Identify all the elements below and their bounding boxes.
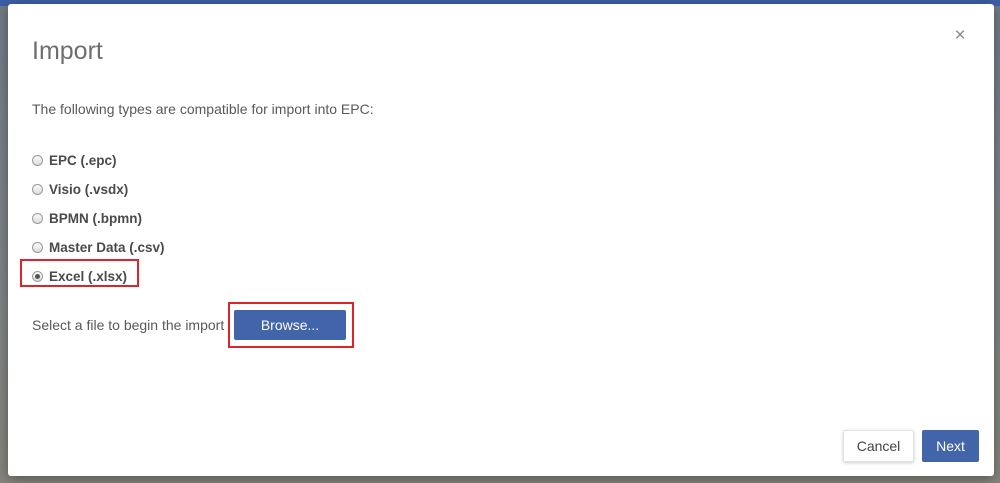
close-icon[interactable]: ×: [952, 26, 968, 45]
option-label-master-data: Master Data (.csv): [49, 240, 165, 255]
radio-visio[interactable]: [32, 184, 43, 195]
import-dialog: Import × The following types are compati…: [8, 4, 994, 476]
option-label-bpmn: BPMN (.bpmn): [49, 211, 142, 226]
option-epc[interactable]: EPC (.epc): [30, 146, 165, 175]
option-master-data[interactable]: Master Data (.csv): [30, 233, 165, 262]
radio-bpmn[interactable]: [32, 213, 43, 224]
import-type-options: EPC (.epc) Visio (.vsdx) BPMN (.bpmn) Ma…: [30, 146, 165, 291]
dialog-title: Import: [32, 37, 103, 65]
option-label-epc: EPC (.epc): [49, 153, 117, 168]
option-label-excel: Excel (.xlsx): [49, 269, 128, 284]
intro-text: The following types are compatible for i…: [32, 101, 374, 117]
option-label-visio: Visio (.vsdx): [49, 182, 129, 197]
option-visio[interactable]: Visio (.vsdx): [30, 175, 165, 204]
option-bpmn[interactable]: BPMN (.bpmn): [30, 204, 165, 233]
radio-master-data[interactable]: [32, 242, 43, 253]
radio-excel[interactable]: [32, 271, 43, 282]
radio-epc[interactable]: [32, 155, 43, 166]
next-button[interactable]: Next: [922, 430, 979, 462]
browse-button[interactable]: Browse...: [234, 310, 346, 340]
cancel-button[interactable]: Cancel: [843, 430, 914, 462]
select-file-prompt: Select a file to begin the import: [32, 317, 225, 333]
option-excel[interactable]: Excel (.xlsx): [30, 262, 165, 291]
